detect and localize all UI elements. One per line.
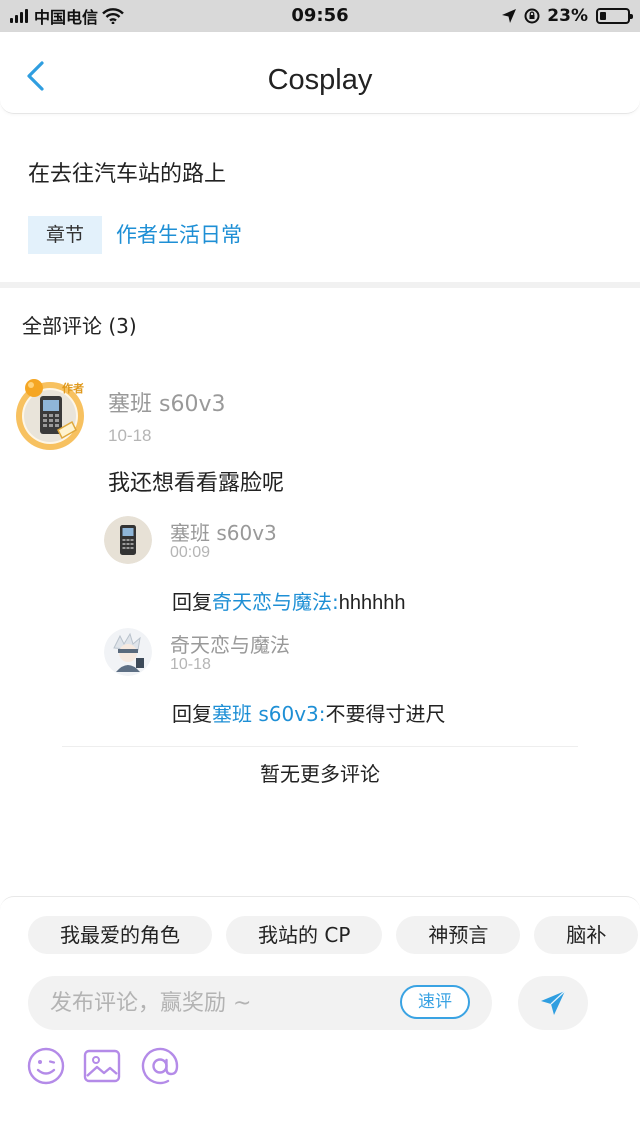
chapter-link[interactable]: 作者生活日常 (116, 216, 242, 254)
list-end-divider (62, 746, 578, 747)
section-divider (0, 282, 640, 288)
rotation-lock-icon (524, 8, 540, 24)
battery-icon (596, 8, 633, 24)
author-badge: 作者 (62, 382, 84, 395)
at-icon (141, 1047, 179, 1085)
quick-tag-chip[interactable]: 脑补 (534, 916, 639, 954)
quick-tag-list: 我最爱的角色 我站的 CP 神预言 脑补 (28, 916, 640, 956)
comment-input[interactable] (50, 976, 390, 1030)
status-right: 23% (501, 0, 633, 32)
reply-mention[interactable]: 塞班 s60v3: (212, 702, 326, 726)
phone-avatar-image (104, 516, 152, 564)
comment-text[interactable]: 我还想看看露脸呢 (108, 465, 284, 497)
reply-prefix: 回复 (172, 590, 212, 614)
reply-time: 10-18 (170, 656, 211, 673)
quick-tag-chip[interactable]: 神预言 (396, 916, 521, 954)
back-button[interactable] (22, 60, 50, 92)
location-arrow-icon (502, 9, 517, 23)
image-icon (83, 1049, 121, 1083)
wifi-icon (102, 8, 124, 24)
chapter-tag: 章节 (28, 216, 102, 254)
battery-percent: 23% (547, 6, 588, 26)
send-icon (541, 990, 566, 1015)
reply-prefix: 回复 (172, 702, 212, 726)
image-button[interactable] (82, 1046, 122, 1086)
signal-icon (10, 9, 28, 23)
status-bar: 中国电信 09:56 23% (0, 0, 640, 32)
reply-body: hhhhhh (338, 592, 406, 614)
comment-input-box: 速评 (28, 976, 492, 1030)
reply-author[interactable]: 塞班 s60v3 (170, 517, 277, 546)
reply-avatar[interactable] (104, 516, 152, 564)
nav-bar: Cosplay (0, 32, 640, 114)
reply-body: 不要得寸进尺 (325, 702, 446, 726)
comment-date: 10-18 (108, 426, 152, 445)
no-more-comments: 暂无更多评论 (260, 762, 380, 786)
post-title: 在去往汽车站的路上 (28, 162, 227, 187)
comments-header: 全部评论 (3) (22, 314, 137, 338)
battery-fill (600, 12, 606, 20)
reply-text[interactable]: 回复奇天恋与魔法:hhhhhh (172, 586, 406, 615)
reply-mention[interactable]: 奇天恋与魔法: (212, 590, 339, 614)
reply-avatar[interactable] (104, 628, 152, 676)
reply-text[interactable]: 回复塞班 s60v3:不要得寸进尺 (172, 698, 446, 727)
quick-tag-chip[interactable]: 我站的 CP (226, 916, 383, 954)
reply-author[interactable]: 奇天恋与魔法 (170, 629, 290, 658)
reply-time: 00:09 (170, 544, 211, 561)
chevron-left-icon (27, 61, 44, 91)
quick-tag-chip[interactable]: 我最爱的角色 (28, 916, 212, 954)
emoji-button[interactable] (26, 1046, 66, 1086)
status-left: 中国电信 (10, 0, 124, 32)
anime-avatar-image (104, 628, 152, 676)
comment-author[interactable]: 塞班 s60v3 (108, 386, 225, 418)
page-title: Cosplay (267, 64, 373, 96)
smiley-icon (27, 1047, 65, 1085)
carrier-label: 中国电信 (34, 8, 99, 27)
quick-review-button[interactable]: 速评 (400, 985, 470, 1019)
send-button[interactable] (518, 976, 588, 1030)
mention-button[interactable] (140, 1046, 180, 1086)
